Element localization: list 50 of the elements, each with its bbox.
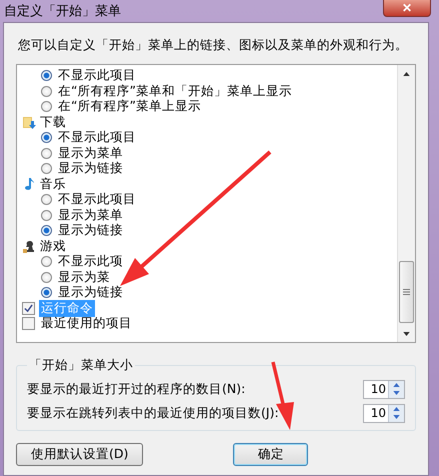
field-label: 要显示的最近打开过的程序的数目(N): (27, 380, 246, 398)
option-label: 显示为链接 (58, 160, 123, 178)
radio-button[interactable] (41, 194, 52, 206)
scroll-up-icon[interactable] (403, 72, 410, 76)
field-label: 要显示在跳转列表中的最近使用的项目数(J): (27, 404, 279, 422)
radio-button[interactable] (41, 148, 52, 159)
scroll-thumb[interactable] (399, 261, 414, 323)
option-label: 显示为菜单 (58, 206, 123, 224)
description-text: 您可以自定义「开始」菜单上的链接、图标以及菜单的外观和行为。 (18, 37, 409, 54)
option-label: 显示为链接 (58, 222, 123, 240)
category-label: 下载 (40, 114, 66, 131)
checkbox-label[interactable]: 最近使用的项目 (39, 315, 134, 332)
dialog-button[interactable]: 使用默认设置(D) (16, 443, 144, 466)
category-label: 游戏 (40, 238, 66, 255)
radio-button[interactable] (41, 287, 52, 298)
scrollbar[interactable] (397, 65, 415, 342)
option-label: 不显示此项目 (58, 191, 136, 208)
dialog-button[interactable]: 确定 (233, 443, 308, 466)
spin-up-icon[interactable] (393, 382, 400, 387)
option-label: 在“所有程序”菜单上显示 (58, 98, 201, 116)
option-label: 不显示此项目 (58, 67, 136, 84)
option-label: 在“所有程序”菜单和「开始」菜单上显示 (58, 82, 292, 100)
spin-up-icon[interactable] (393, 406, 400, 411)
option-label: 显示为菜 (58, 268, 110, 286)
radio-button[interactable] (41, 132, 52, 144)
radio-button[interactable] (41, 210, 52, 221)
spin-down-icon[interactable] (393, 415, 400, 420)
checkbox[interactable] (22, 317, 35, 330)
spin-down-icon[interactable] (393, 391, 400, 396)
radio-button[interactable] (41, 70, 52, 82)
radio-button[interactable] (41, 272, 52, 283)
group-title: 「开始」菜单大小 (28, 357, 134, 374)
radio-button[interactable] (41, 163, 52, 174)
music-note-icon (22, 177, 36, 192)
radio-button[interactable] (41, 86, 52, 97)
option-label: 不显示此项目 (58, 129, 136, 146)
checkbox[interactable] (22, 302, 35, 315)
window-title: 自定义「开始」菜单 (4, 3, 121, 20)
option-label: 显示为链接 (58, 284, 123, 302)
radio-button[interactable] (41, 225, 52, 236)
number-spinner[interactable]: 10 (363, 404, 405, 422)
folder-icon (22, 115, 36, 130)
radio-button[interactable] (41, 256, 52, 268)
scroll-down-icon[interactable] (403, 332, 410, 336)
number-spinner[interactable]: 10 (363, 380, 405, 398)
option-label: 显示为菜单 (58, 144, 123, 162)
category-label: 音乐 (40, 176, 66, 193)
radio-button[interactable] (41, 101, 52, 112)
chess-piece-icon (22, 239, 36, 254)
option-label: 不显示此项 (58, 253, 123, 270)
